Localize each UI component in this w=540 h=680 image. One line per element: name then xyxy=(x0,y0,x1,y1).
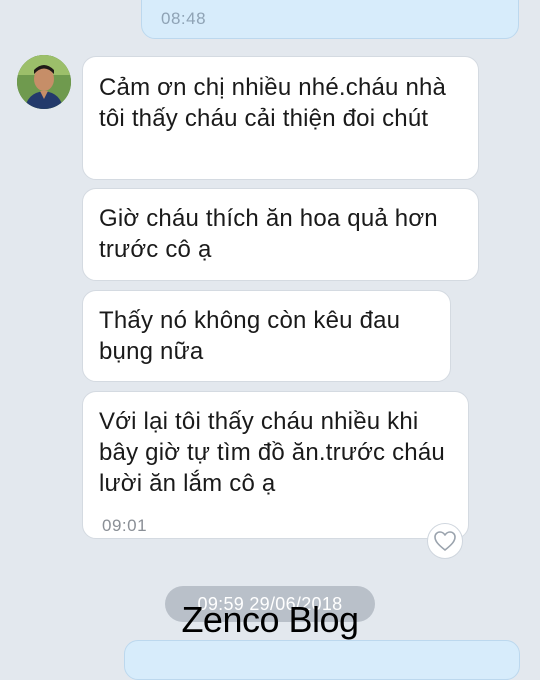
sent-message-bubble[interactable]: 08:48 xyxy=(141,0,519,39)
watermark-text: Zenco Blog xyxy=(181,599,359,640)
avatar-photo-icon xyxy=(17,55,71,109)
received-message-bubble[interactable]: Với lại tôi thấy cháu nhiều khi bây giờ … xyxy=(82,391,469,539)
contact-avatar[interactable] xyxy=(17,55,71,109)
sent-message-bubble[interactable] xyxy=(124,640,520,680)
like-button[interactable] xyxy=(427,523,463,559)
message-text: Giờ cháu thích ăn hoa quả hơn trước cô ạ xyxy=(99,205,438,263)
message-text: Với lại tôi thấy cháu nhiều khi bây giờ … xyxy=(99,408,445,497)
message-timestamp: 09:01 xyxy=(102,516,148,535)
received-message-bubble[interactable]: Cảm ơn chị nhiều nhé.cháu nhà tôi thấy c… xyxy=(82,56,479,180)
received-message-bubble[interactable]: Thấy nó không còn kêu đau bụng nữa xyxy=(82,290,451,382)
received-message-bubble[interactable]: Giờ cháu thích ăn hoa quả hơn trước cô ạ xyxy=(82,188,479,281)
heart-icon xyxy=(434,531,456,551)
message-timestamp: 08:48 xyxy=(161,9,207,28)
message-text: Thấy nó không còn kêu đau bụng nữa xyxy=(99,307,401,365)
message-text: Cảm ơn chị nhiều nhé.cháu nhà tôi thấy c… xyxy=(99,74,447,132)
